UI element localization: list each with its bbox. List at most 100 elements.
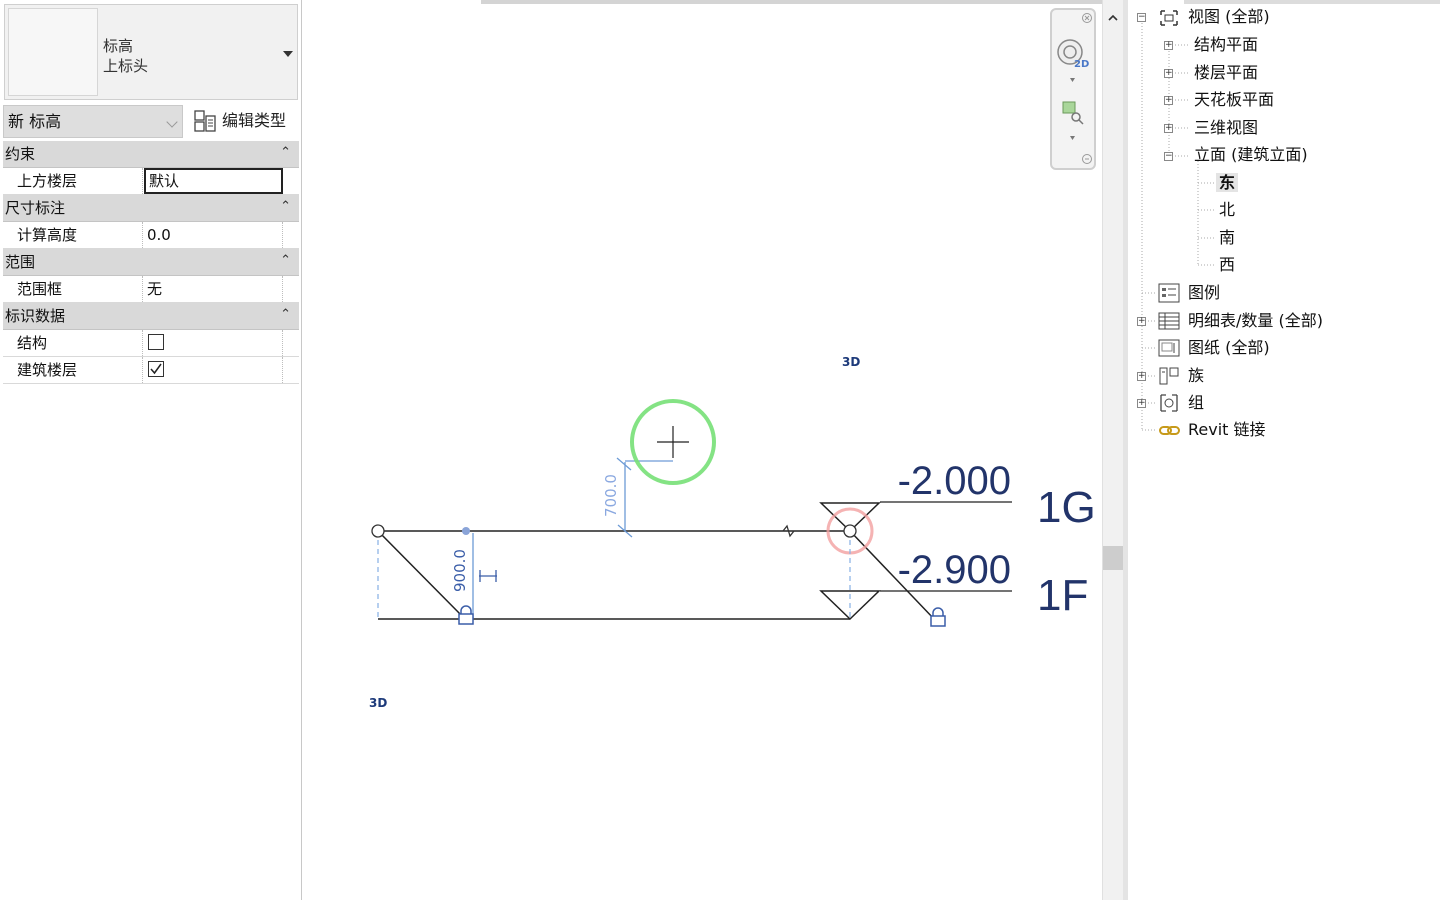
tree-item-elevation-north[interactable]: 北	[1219, 199, 1235, 221]
legend-icon	[1158, 283, 1180, 303]
zoom-region-icon[interactable]	[1062, 101, 1084, 125]
level-1g-end-grip[interactable]	[843, 524, 857, 538]
tree-item-ceiling-plans[interactable]: 天花板平面	[1194, 89, 1274, 111]
category-label: 标识数据	[5, 307, 66, 325]
tree-item-families[interactable]: 族	[1188, 365, 1204, 387]
dimension-text-icon[interactable]	[479, 570, 497, 582]
level-1g-elevation[interactable]: -2.000	[898, 459, 1011, 503]
type-selector[interactable]: 标高 上标头	[4, 4, 298, 100]
property-row-computation-height[interactable]: 计算高度 0.0	[3, 222, 299, 249]
expand-toggle[interactable]: +	[1164, 96, 1173, 105]
scope-box-select[interactable]: 无	[144, 276, 283, 302]
property-label: 结构	[3, 330, 143, 356]
structural-value-cell	[144, 330, 283, 356]
tree-item-floor-plans[interactable]: 楼层平面	[1194, 62, 1258, 84]
upper-level-input[interactable]: 默认	[144, 168, 283, 194]
chevron-down-icon[interactable]	[1070, 136, 1075, 140]
level-1g[interactable]: -2.000 1G	[378, 459, 1096, 621]
category-dimensions[interactable]: 尺寸标注 ⌃	[3, 195, 299, 222]
lock-icon[interactable]	[930, 607, 946, 627]
edit-type-button[interactable]: 编辑类型	[190, 106, 298, 136]
expand-toggle[interactable]: +	[1137, 399, 1146, 408]
collapse-icon[interactable]: ⌃	[280, 199, 291, 215]
category-extents[interactable]: 范围 ⌃	[3, 249, 299, 276]
elevation-drawing[interactable]: 3D 3D -2.000 1G -2.900 1F 900.0 700.0	[305, 0, 1102, 900]
options-icon[interactable]	[1082, 154, 1092, 164]
collapse-icon[interactable]: ⌃	[280, 307, 291, 323]
expand-toggle[interactable]: +	[1137, 317, 1146, 326]
tree-item-elevation-east[interactable]: 东	[1216, 172, 1239, 194]
drawing-canvas[interactable]: 3D 3D -2.000 1G -2.900 1F 900.0 700.0 2D	[305, 0, 1102, 900]
property-row-building-story[interactable]: 建筑楼层	[3, 357, 299, 384]
scrollbar-thumb[interactable]	[1103, 546, 1123, 570]
dimension-700-value[interactable]: 700.0	[602, 474, 620, 517]
tree-item-views-all[interactable]: 视图 (全部)	[1188, 6, 1270, 28]
tree-item-revit-links[interactable]: Revit 链接	[1188, 419, 1266, 441]
level-1f-elevation[interactable]: -2.900	[898, 548, 1011, 592]
building-story-value-cell	[144, 357, 283, 383]
groups-icon	[1160, 394, 1178, 412]
tree-item-legends[interactable]: 图例	[1188, 282, 1220, 304]
level-1g-name[interactable]: 1G	[1037, 483, 1096, 532]
tree-item-schedules[interactable]: 明细表/数量 (全部)	[1188, 310, 1323, 332]
dimension-900-value[interactable]: 900.0	[451, 549, 469, 592]
chevron-down-icon[interactable]	[1070, 78, 1075, 82]
level-left-end-grip[interactable]	[371, 524, 385, 538]
expand-toggle[interactable]: +	[1164, 69, 1173, 78]
property-label: 上方楼层	[3, 168, 143, 194]
scroll-up-icon[interactable]	[1107, 12, 1119, 24]
collapse-icon[interactable]: ⌃	[280, 145, 291, 161]
close-icon[interactable]	[1082, 13, 1092, 23]
3d-extent-label-bottom[interactable]: 3D	[369, 696, 387, 710]
property-label: 范围框	[3, 276, 143, 302]
collapse-toggle[interactable]: −	[1164, 152, 1173, 161]
tree-item-groups[interactable]: 组	[1188, 392, 1204, 414]
steering-wheel-icon[interactable]: 2D	[1057, 39, 1089, 70]
tree-item-elevation-south[interactable]: 南	[1219, 227, 1235, 249]
collapse-icon[interactable]: ⌃	[280, 253, 291, 269]
properties-panel: 标高 上标头 新 标高 编辑类型 约束 ⌃ 上方楼层 默认 尺寸标注 ⌃ 计算高…	[0, 0, 302, 900]
expand-toggle[interactable]: +	[1137, 372, 1146, 381]
views-icon	[1160, 10, 1178, 26]
property-grid: 约束 ⌃ 上方楼层 默认 尺寸标注 ⌃ 计算高度 0.0 范围 ⌃ 范围框 无 …	[3, 141, 299, 384]
category-label: 范围	[5, 253, 36, 271]
nav-2d-label: 2D	[1074, 59, 1089, 70]
navigation-bar: 2D	[1050, 8, 1096, 170]
edit-type-label: 编辑类型	[222, 111, 287, 130]
level-1f-name[interactable]: 1F	[1037, 571, 1088, 620]
dimension-grip-top[interactable]	[462, 527, 470, 535]
property-label: 计算高度	[3, 222, 143, 248]
instance-filter-label: 新 标高	[8, 112, 62, 131]
tree-item-elevation-west[interactable]: 西	[1219, 254, 1235, 276]
type-family-label: 标高	[103, 37, 134, 55]
tree-item-3d-views[interactable]: 三维视图	[1194, 117, 1258, 139]
property-row-upper-level[interactable]: 上方楼层 默认	[3, 168, 299, 195]
navigation-bar-icons: 2D	[1057, 13, 1092, 164]
tree-item-structural-plans[interactable]: 结构平面	[1194, 34, 1258, 56]
property-row-structural[interactable]: 结构	[3, 330, 299, 357]
families-icon	[1159, 367, 1179, 385]
property-row-scope-box[interactable]: 范围框 无	[3, 276, 299, 303]
tree-item-elevations[interactable]: 立面 (建筑立面)	[1194, 144, 1308, 166]
computation-height-input[interactable]: 0.0	[144, 222, 283, 248]
type-preview-image	[8, 8, 98, 96]
category-constraints[interactable]: 约束 ⌃	[3, 141, 299, 168]
building-story-checkbox[interactable]	[148, 361, 164, 377]
checkmark-icon	[150, 363, 162, 375]
collapse-toggle[interactable]: −	[1137, 13, 1146, 22]
sheets-icon	[1158, 339, 1180, 357]
expand-toggle[interactable]: +	[1164, 41, 1173, 50]
type-name-label: 上标头	[103, 57, 149, 75]
tree-item-sheets[interactable]: 图纸 (全部)	[1188, 337, 1270, 359]
expand-toggle[interactable]: +	[1164, 124, 1173, 133]
structural-checkbox[interactable]	[148, 334, 164, 350]
tree-connector-lines	[1141, 23, 1216, 431]
3d-extent-label-top[interactable]: 3D	[842, 355, 860, 369]
dropdown-arrow-icon[interactable]	[283, 51, 293, 57]
instance-filter-combo[interactable]: 新 标高	[3, 105, 183, 138]
lock-icon[interactable]	[458, 605, 474, 625]
vertical-scrollbar[interactable]	[1102, 0, 1123, 900]
category-label: 尺寸标注	[5, 199, 66, 217]
chevron-down-icon	[166, 116, 178, 128]
category-identity-data[interactable]: 标识数据 ⌃	[3, 303, 299, 330]
